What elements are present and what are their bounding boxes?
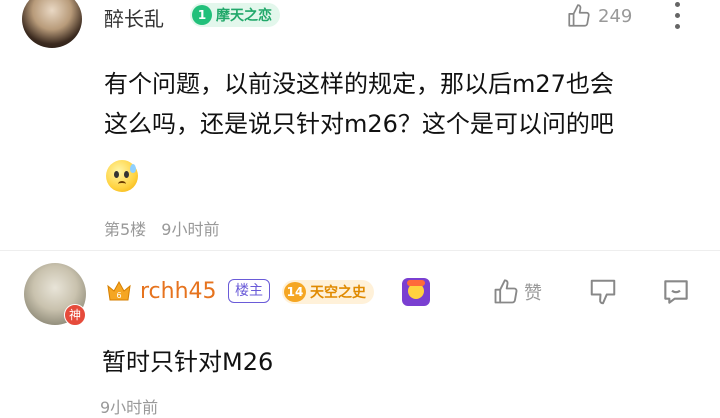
level-title: 摩天之恋 bbox=[216, 8, 272, 24]
emoji-sweat-icon bbox=[106, 160, 138, 192]
level-badge-2: 14 天空之史 bbox=[282, 280, 374, 304]
time-label-2: 9小时前 bbox=[100, 398, 159, 417]
crown-badge-icon: 6 bbox=[106, 280, 132, 302]
thumbs-up-icon bbox=[494, 279, 518, 304]
username-2[interactable]: rchh45 bbox=[140, 279, 217, 304]
comment-divider bbox=[0, 250, 720, 251]
comment-line: 有个问题，以前没这样的规定，那以后m27也会 bbox=[104, 70, 614, 98]
time-label: 9小时前 bbox=[161, 220, 220, 239]
level-number: 14 bbox=[284, 282, 306, 302]
comment-bubble-icon bbox=[664, 280, 688, 304]
host-badge: 楼主 bbox=[228, 279, 270, 303]
like-button-2[interactable]: 赞 bbox=[492, 277, 542, 307]
floor-label: 第5楼 bbox=[104, 220, 147, 239]
like-button-1[interactable]: 249 bbox=[566, 2, 632, 30]
level-title: 天空之史 bbox=[310, 285, 366, 301]
member-badge-icon bbox=[402, 278, 430, 306]
avatar-user-1[interactable] bbox=[22, 0, 82, 48]
thumbs-down-icon bbox=[590, 279, 616, 305]
dislike-button[interactable] bbox=[588, 277, 618, 311]
like-label-2: 赞 bbox=[524, 283, 542, 304]
comment-text-2: 暂时只针对M26 bbox=[102, 348, 274, 376]
svg-text:6: 6 bbox=[116, 291, 121, 300]
level-number: 1 bbox=[192, 5, 212, 25]
reply-button[interactable] bbox=[660, 276, 692, 312]
more-options-icon[interactable] bbox=[672, 0, 682, 30]
comment-meta-1: 第5楼 9小时前 bbox=[104, 216, 219, 240]
username-1[interactable]: 醉长乱 bbox=[104, 3, 164, 32]
avatar-badge: 神 bbox=[64, 304, 86, 326]
level-badge-1: 1 摩天之恋 bbox=[190, 3, 280, 27]
like-count-1: 249 bbox=[598, 5, 633, 27]
comment-line: 这么吗，还是说只针对m26？这个是可以问的吧 bbox=[104, 110, 614, 138]
comment-text-1: 有个问题，以前没这样的规定，那以后m27也会 这么吗，还是说只针对m26？这个是… bbox=[104, 64, 614, 144]
thumbs-up-icon bbox=[568, 4, 590, 27]
